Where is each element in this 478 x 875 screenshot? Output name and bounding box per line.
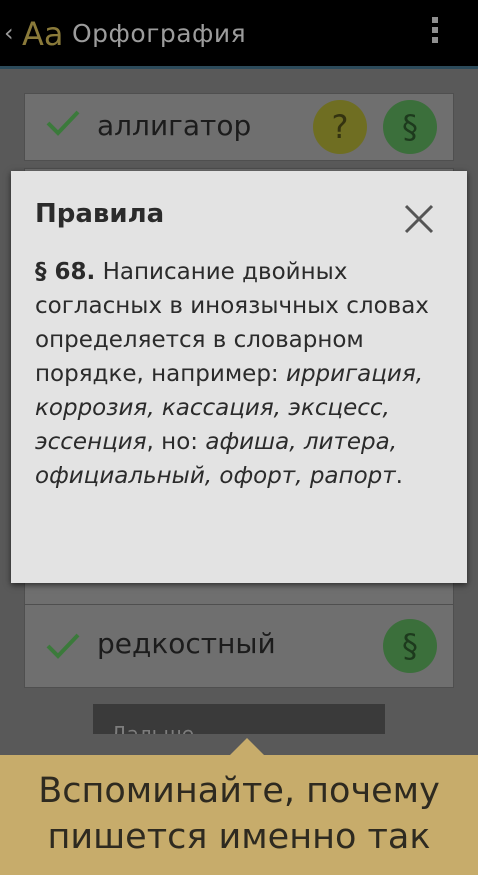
next-button-label: Дальше <box>111 722 195 734</box>
promo-banner: Вспоминайте, почему пишется именно так <box>0 755 478 875</box>
checkmark-icon <box>46 633 80 659</box>
dialog-title: Правила <box>35 199 165 229</box>
promo-line-2: пишется именно так <box>47 817 431 857</box>
rule-end: . <box>395 463 403 489</box>
promo-line-1: Вспоминайте, почему <box>38 771 440 811</box>
page-title: Орфография <box>72 19 247 48</box>
list-item: редкостный § <box>24 604 454 688</box>
back-chevron-icon[interactable]: ‹ <box>4 20 16 46</box>
rule-number: § 68. <box>35 259 96 285</box>
rule-button[interactable]: § <box>383 100 437 154</box>
close-icon[interactable] <box>401 201 437 237</box>
rule-button[interactable]: § <box>383 619 437 673</box>
app-logo[interactable]: Aa <box>22 14 64 54</box>
help-button[interactable]: ? <box>313 100 367 154</box>
action-bar: ‹ Aa Орфография <box>0 0 478 69</box>
rule-connector: , но: <box>146 429 199 455</box>
word-label: аллигатор <box>97 109 252 142</box>
next-button[interactable]: Дальше <box>93 704 385 734</box>
rules-dialog: Правила § 68. Написание двойных согласны… <box>11 171 467 583</box>
checkmark-icon <box>46 110 80 136</box>
banner-pointer <box>230 738 264 755</box>
list-item: аллигатор ? § <box>24 93 454 161</box>
word-label: редкостный <box>97 627 276 660</box>
overflow-menu-icon[interactable] <box>428 17 442 49</box>
rule-text: § 68. Написание двойных согласных в иноя… <box>35 255 435 493</box>
